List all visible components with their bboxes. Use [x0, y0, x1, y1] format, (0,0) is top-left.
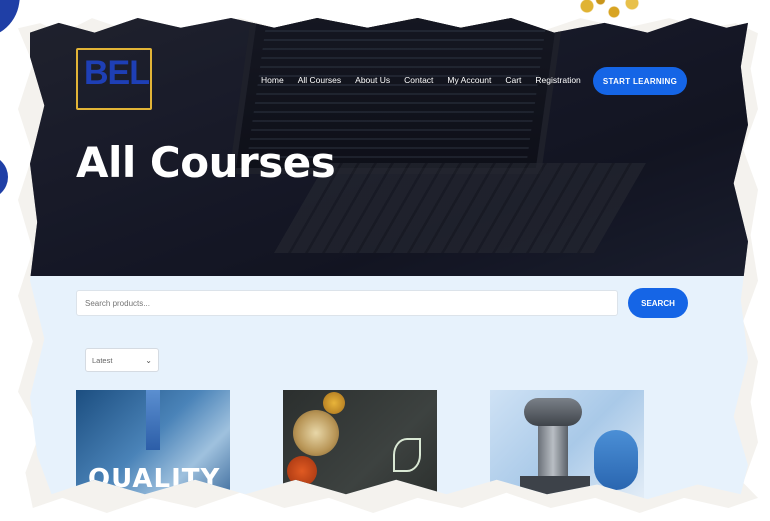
website-screenshot: BEL Home All Courses About Us Contact My… [30, 18, 748, 500]
nav-item-contact[interactable]: Contact [404, 75, 433, 85]
decorative-shape [0, 155, 8, 199]
sort-selected-value: Latest [92, 355, 113, 365]
nav-item-about-us[interactable]: About Us [355, 75, 390, 85]
search-input[interactable] [76, 290, 618, 316]
nav-item-my-account[interactable]: My Account [447, 75, 491, 85]
decorative-shape [0, 0, 22, 44]
sort-select[interactable]: Latest ⌄ [85, 348, 159, 372]
microscope-shape [538, 426, 568, 476]
microscope-shape [524, 398, 582, 426]
start-learning-button[interactable]: START LEARNING [593, 67, 687, 95]
bowl-shape [293, 410, 339, 456]
bowl-shape [323, 392, 345, 414]
site-logo[interactable]: BEL [76, 48, 152, 110]
logo-text: BEL [84, 54, 150, 92]
chevron-down-icon: ⌄ [145, 355, 152, 365]
nav-item-all-courses[interactable]: All Courses [298, 75, 341, 85]
decorative-shape [560, 0, 650, 24]
glove-shape [594, 430, 638, 490]
main-nav: Home All Courses About Us Contact My Acc… [261, 75, 581, 85]
nav-item-registration[interactable]: Registration [535, 75, 580, 85]
page-title: All Courses [76, 138, 336, 187]
tie-shape [146, 390, 160, 450]
nav-item-cart[interactable]: Cart [505, 75, 521, 85]
hero-banner: BEL Home All Courses About Us Contact My… [30, 18, 748, 276]
nav-item-home[interactable]: Home [261, 75, 284, 85]
search-button[interactable]: SEARCH [628, 288, 688, 318]
leaf-icon [393, 438, 421, 472]
main-content: SEARCH Latest ⌄ QUALITY [30, 276, 748, 500]
